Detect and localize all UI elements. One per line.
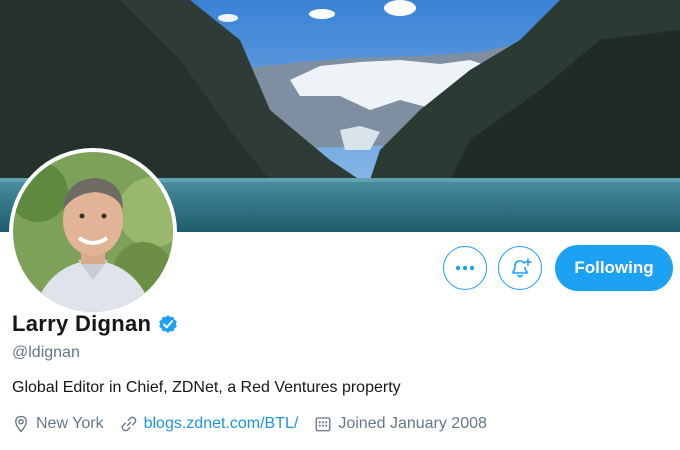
profile-meta: New York blogs.zdnet.com/BTL/ Joined Jan… [12, 415, 503, 433]
website-link[interactable]: blogs.zdnet.com/BTL/ [144, 415, 299, 433]
link-icon [121, 416, 137, 432]
display-name: Larry Dignan [12, 311, 152, 336]
joined-item: Joined January 2008 [314, 415, 487, 433]
website-item[interactable]: blogs.zdnet.com/BTL/ [120, 415, 299, 433]
verified-badge-icon [159, 315, 178, 333]
following-button[interactable]: Following [555, 245, 673, 291]
avatar[interactable] [9, 148, 177, 316]
joined-text: Joined January 2008 [338, 415, 487, 432]
profile-handle: @ldignan [12, 344, 80, 361]
name-row: Larry Dignan [12, 311, 179, 337]
location-item: New York [12, 415, 104, 433]
location-pin-icon [15, 415, 27, 433]
profile-bio: Global Editor in Chief, ZDNet, a Red Ven… [12, 379, 401, 396]
more-dots-icon [455, 265, 475, 271]
more-button[interactable] [443, 246, 487, 290]
profile-photo [13, 152, 173, 312]
calendar-icon [315, 417, 331, 432]
bell-plus-icon [512, 258, 532, 278]
notifications-button[interactable] [498, 246, 542, 290]
location-text: New York [36, 415, 104, 432]
